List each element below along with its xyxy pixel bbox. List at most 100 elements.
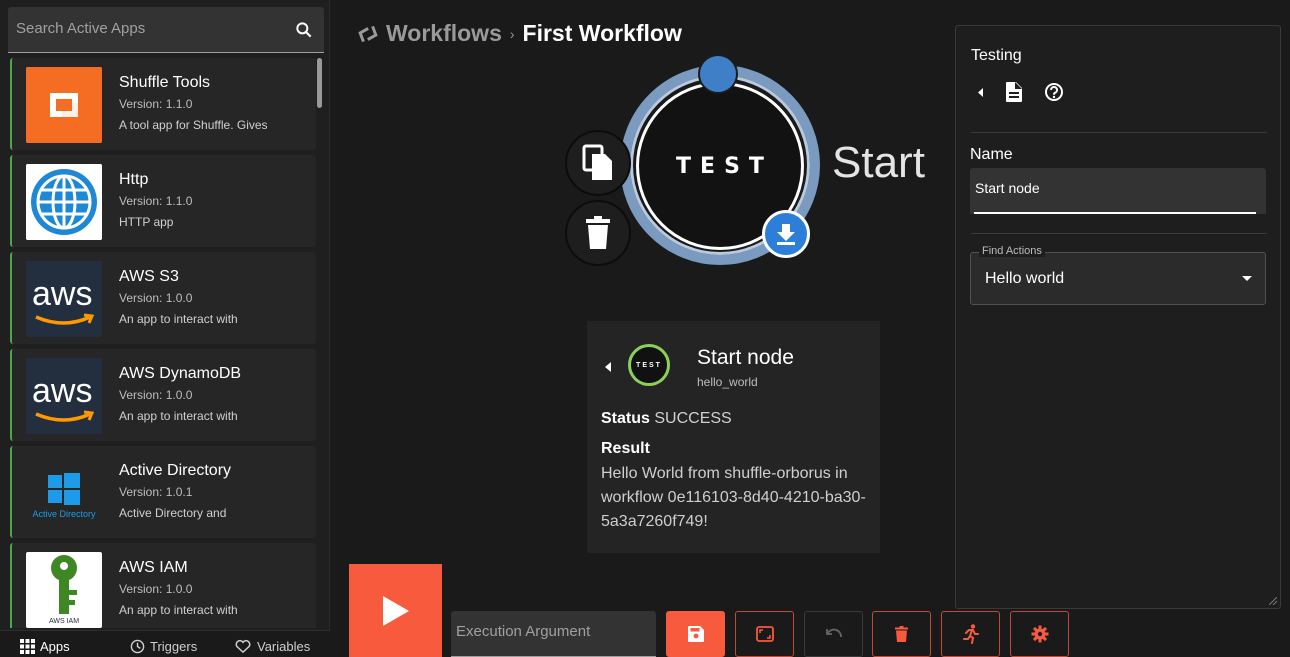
app-version: Version: 1.1.0 (119, 97, 193, 111)
app-item-http[interactable]: Http Version: 1.1.0 HTTP app (10, 155, 316, 247)
shuffle-tools-logo-icon (26, 67, 102, 143)
result-node-name: Start node (697, 346, 794, 369)
app-name: AWS IAM (119, 559, 188, 576)
app-version: Version: 1.0.0 (119, 291, 193, 305)
node-name-field[interactable]: Start node (970, 168, 1266, 214)
delete-node-button[interactable] (565, 200, 631, 266)
clock-icon (130, 639, 145, 654)
document-icon[interactable] (1006, 82, 1022, 102)
result-node-action: hello_world (697, 375, 758, 389)
name-label: Name (970, 146, 1013, 163)
tab-apps-label: Apps (40, 639, 70, 654)
app-name: Active Directory (119, 462, 232, 479)
app-item-active-directory[interactable]: Active Directory Active Directory Versio… (10, 446, 316, 538)
workflow-link-icon (358, 25, 378, 42)
aws-logo-icon: aws (26, 358, 102, 434)
copy-node-button[interactable] (565, 130, 631, 196)
node-label: Start (832, 138, 925, 187)
workflow-settings-button[interactable] (1010, 611, 1069, 657)
tab-variables-label: Variables (257, 639, 311, 654)
app-version: Version: 1.0.0 (119, 582, 193, 596)
save-button[interactable] (666, 611, 725, 657)
app-description: HTTP app (119, 215, 174, 229)
app-item-aws-dynamodb[interactable]: aws AWS DynamoDB Version: 1.0.0 An app t… (10, 349, 316, 441)
execution-argument-input[interactable]: Execution Argument (451, 611, 656, 657)
search-placeholder: Search Active Apps (16, 20, 146, 37)
app-list: Shuffle Tools Version: 1.1.0 A tool app … (10, 58, 316, 628)
delete-selected-button[interactable] (872, 611, 931, 657)
app-version: Version: 1.0.1 (119, 485, 193, 499)
find-actions-legend: Find Actions (979, 245, 1045, 257)
find-actions-value: Hello world (985, 270, 1065, 287)
sidebar-tabs: Apps Triggers Variables (0, 630, 330, 657)
node-connector-handle[interactable] (698, 54, 738, 94)
app-list-scrollbar[interactable] (317, 58, 322, 108)
trash-icon (895, 626, 908, 642)
app-name: Shuffle Tools (119, 74, 211, 91)
search-icon[interactable] (294, 20, 314, 40)
app-version: Version: 1.0.0 (119, 388, 193, 402)
app-item-shuffle-tools[interactable]: Shuffle Tools Version: 1.1.0 A tool app … (10, 58, 316, 150)
panel-toolbar (978, 82, 1064, 102)
app-item-aws-s3[interactable]: aws AWS S3 Version: 1.0.0 An app to inte… (10, 252, 316, 344)
app-description: An app to interact with (119, 312, 238, 326)
caret-left-icon[interactable] (978, 87, 984, 97)
search-input[interactable]: Search Active Apps (8, 7, 324, 53)
find-actions-select[interactable]: Find Actions Hello world (970, 245, 1266, 305)
app-name: AWS DynamoDB (119, 365, 242, 382)
breadcrumb-workflows[interactable]: Workflows (386, 20, 502, 47)
result-text: Hello World from shuffle-orborus in work… (601, 465, 866, 530)
aws-logo-icon: aws (26, 261, 102, 337)
execute-workflow-button[interactable] (349, 564, 442, 657)
execution-argument-placeholder: Execution Argument (456, 623, 591, 640)
breadcrumb: Workflows › First Workflow (358, 20, 682, 47)
run-test-button[interactable] (941, 611, 1000, 657)
aws-logo-text: aws (32, 372, 93, 410)
node-settings-panel: Testing Name Start node Find Actions Hel… (955, 25, 1281, 609)
tab-triggers-label: Triggers (150, 639, 198, 654)
panel-title: Testing (971, 47, 1022, 64)
apps-sidebar: Search Active Apps Shuffle Tools Version… (0, 0, 330, 657)
status-value: SUCCESS (654, 410, 732, 427)
undo-button[interactable] (804, 611, 863, 657)
node-logo-text: TEST (676, 153, 773, 179)
running-person-icon (962, 624, 979, 644)
result-status: Status SUCCESS (601, 410, 732, 428)
tab-apps[interactable]: Apps (20, 639, 70, 654)
avatar-text: TEST (636, 361, 662, 369)
breadcrumb-separator: › (509, 25, 515, 42)
download-icon[interactable] (762, 210, 810, 258)
windows-logo-icon: Active Directory (26, 455, 102, 531)
panel-divider (971, 233, 1267, 234)
caret-left-icon[interactable] (605, 362, 613, 372)
app-item-aws-iam[interactable]: AWS IAM AWS IAM Version: 1.0.0 An app to… (10, 543, 316, 628)
save-icon (687, 626, 704, 642)
gear-icon (1031, 625, 1048, 643)
execution-result-card: TEST Start node hello_world Status SUCCE… (587, 321, 880, 553)
status-label: Status (601, 410, 650, 427)
globe-icon (26, 164, 102, 240)
app-name: AWS S3 (119, 268, 179, 285)
play-icon (382, 595, 409, 626)
tab-triggers[interactable]: Triggers (130, 639, 197, 654)
app-description: An app to interact with (119, 409, 238, 423)
heart-icon (235, 639, 251, 654)
node-name-value: Start node (975, 180, 1040, 196)
breadcrumb-current: First Workflow (522, 20, 682, 46)
tab-variables[interactable]: Variables (234, 639, 310, 654)
aws-iam-logo-text: AWS IAM (48, 618, 80, 625)
active-directory-logo-text: Active Directory (32, 509, 96, 519)
result-heading: Result (601, 440, 650, 457)
trash-icon (586, 216, 610, 249)
fit-view-button[interactable] (735, 611, 794, 657)
app-version: Version: 1.1.0 (119, 194, 193, 208)
key-icon: AWS IAM (26, 552, 102, 628)
aws-logo-text: aws (32, 275, 93, 313)
input-underline (974, 212, 1256, 214)
help-icon[interactable] (1044, 82, 1064, 102)
fit-screen-icon (755, 626, 774, 642)
app-description: An app to interact with (119, 603, 238, 617)
dropdown-arrow-icon (1242, 276, 1252, 281)
resize-handle-icon[interactable] (1269, 597, 1277, 605)
app-description: A tool app for Shuffle. Gives (119, 118, 268, 132)
